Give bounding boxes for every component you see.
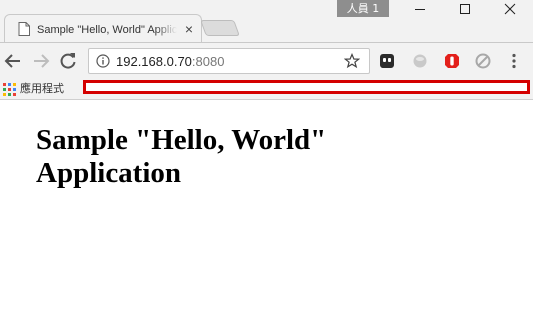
url-host: 192.168.0.70 bbox=[116, 54, 192, 69]
reload-icon[interactable] bbox=[58, 51, 78, 71]
ghostery-extension-icon[interactable] bbox=[378, 52, 396, 70]
minimize-icon bbox=[415, 9, 425, 10]
url-text[interactable]: 192.168.0.70:8080 bbox=[116, 54, 224, 70]
address-bar[interactable]: 192.168.0.70:8080 bbox=[88, 48, 370, 74]
forward-arrow-icon[interactable] bbox=[31, 51, 51, 71]
title-bar: Sample "Hello, World" Application × 人員 1 bbox=[0, 0, 533, 43]
apps-grid-icon[interactable] bbox=[3, 83, 16, 96]
page-content: Sample "Hello, World" Application bbox=[0, 101, 533, 328]
bookmarks-highlight-box bbox=[83, 80, 530, 94]
apps-bookmark-label[interactable]: 應用程式 bbox=[20, 81, 64, 97]
document-icon bbox=[18, 22, 30, 36]
grey-blocked-extension-icon[interactable] bbox=[474, 52, 492, 70]
page-heading: Sample "Hello, World" Application bbox=[36, 124, 327, 189]
back-arrow-icon[interactable] bbox=[3, 51, 23, 71]
close-icon bbox=[504, 3, 516, 15]
browser-toolbar: 192.168.0.70:8080 bbox=[0, 42, 533, 78]
tab-close-button[interactable]: × bbox=[182, 22, 196, 36]
minimize-button[interactable] bbox=[397, 0, 443, 18]
info-icon[interactable] bbox=[96, 54, 110, 68]
maximize-icon bbox=[460, 4, 470, 14]
red-shield-extension-icon[interactable] bbox=[443, 52, 461, 70]
bookmark-star-icon[interactable] bbox=[344, 53, 360, 69]
bookmarks-bar: 應用程式 bbox=[0, 78, 533, 100]
profile-badge[interactable]: 人員 1 bbox=[337, 0, 389, 17]
tab-active[interactable]: Sample "Hello, World" Application × bbox=[4, 14, 202, 43]
url-port: :8080 bbox=[191, 54, 225, 69]
grey-sphere-extension-icon[interactable] bbox=[411, 52, 429, 70]
close-window-button[interactable] bbox=[487, 0, 533, 18]
new-tab-button[interactable] bbox=[200, 20, 240, 36]
tab-title: Sample "Hello, World" Application bbox=[37, 22, 177, 38]
three-dot-menu-icon[interactable] bbox=[505, 52, 523, 70]
maximize-button[interactable] bbox=[442, 0, 488, 18]
